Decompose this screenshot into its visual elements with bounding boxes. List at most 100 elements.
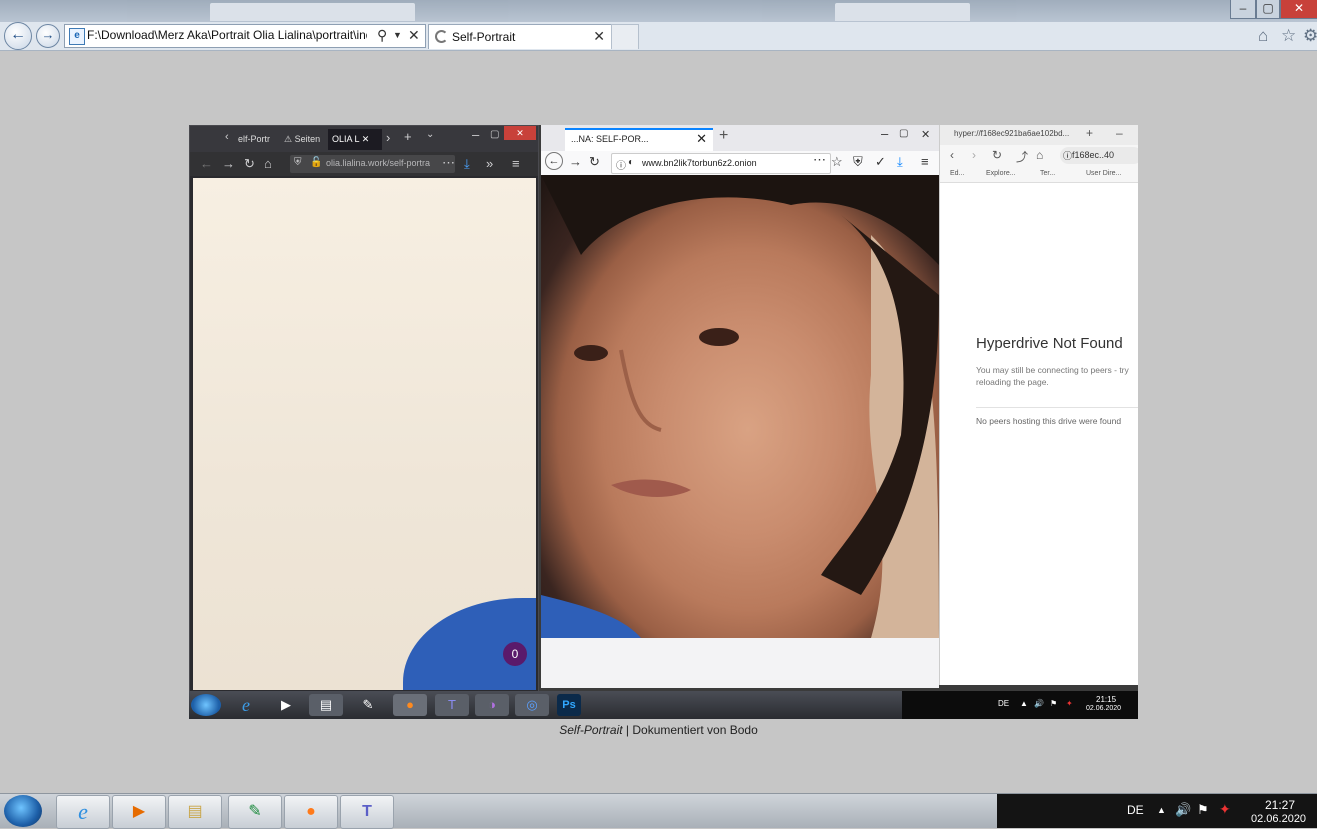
new-tab-button[interactable] — [611, 24, 639, 49]
new-tab-icon[interactable]: + — [1086, 126, 1093, 140]
action-center-flag-icon[interactable]: ⚑ — [1197, 802, 1209, 818]
file-explorer-icon[interactable]: ▤ — [168, 795, 222, 829]
info-icon[interactable]: ⓘ — [616, 157, 626, 172]
clock-time[interactable]: 21:27 — [1265, 798, 1295, 812]
shield-icon[interactable]: ⛨ — [853, 154, 863, 170]
address-text[interactable]: F:\Download\Merz Aka\Portrait Olia Liali… — [87, 28, 367, 42]
internet-explorer-icon[interactable]: e — [56, 795, 110, 829]
file-explorer-icon[interactable]: ▤ — [309, 694, 343, 716]
gear-icon[interactable]: ⚙ — [1303, 26, 1317, 46]
background-tab[interactable] — [210, 3, 415, 21]
forward-icon[interactable]: › — [972, 148, 976, 162]
back-icon[interactable]: ← — [4, 22, 32, 50]
tor-browser-icon[interactable]: ◑ — [475, 694, 509, 716]
list-tabs-icon[interactable]: ⌄ — [426, 129, 434, 140]
whiteboard-icon[interactable]: ✎ — [351, 694, 385, 716]
firefox-tab[interactable]: elf-Portr — [234, 129, 282, 150]
back-icon[interactable]: ← — [545, 152, 563, 170]
firefox-url-text[interactable]: olia.lialina.work/self-portra — [326, 158, 430, 168]
insecure-lock-icon[interactable]: 🔓 — [310, 157, 322, 168]
bookmark-item[interactable]: Ter... — [1040, 170, 1055, 177]
teams-icon[interactable]: T — [340, 795, 394, 829]
minimize-button[interactable]: – — [1230, 0, 1256, 19]
reload-icon[interactable]: ↻ — [244, 156, 255, 172]
firefox-icon[interactable]: ● — [284, 795, 338, 829]
page-actions-icon[interactable]: ⋯ — [442, 155, 455, 171]
menu-icon[interactable]: ≡ — [921, 154, 929, 169]
close-tab-icon[interactable]: ✕ — [696, 131, 707, 147]
minimize-icon[interactable]: – — [881, 126, 888, 141]
close-tab-icon[interactable]: ✕ — [593, 28, 605, 45]
home-icon[interactable]: ⌂ — [264, 156, 272, 171]
minimize-icon[interactable]: – — [472, 127, 479, 142]
media-player-icon[interactable]: ▶ — [269, 694, 303, 716]
new-tab-icon[interactable]: + — [404, 129, 412, 144]
internet-explorer-icon[interactable]: e — [229, 694, 263, 716]
share-icon[interactable]: ⤴ — [1016, 148, 1028, 165]
info-icon[interactable]: ⓘ — [1063, 149, 1072, 162]
forward-icon[interactable]: → — [569, 154, 582, 169]
language-indicator[interactable]: DE — [998, 699, 1009, 708]
new-tab-icon[interactable]: + — [719, 127, 728, 145]
home-icon[interactable]: ⌂ — [1036, 148, 1043, 162]
acrobat-icon[interactable]: ✦ — [1066, 699, 1073, 708]
start-orb-icon[interactable] — [191, 694, 221, 716]
whiteboard-icon[interactable]: ✎ — [228, 795, 282, 829]
volume-icon[interactable]: 🔊 — [1034, 699, 1044, 708]
favorites-star-icon[interactable]: ☆ — [1281, 26, 1296, 46]
bookmark-item[interactable]: User Dire... — [1086, 170, 1121, 177]
overflow-icon[interactable]: » — [486, 156, 493, 171]
tor-tab[interactable]: ...NA: SELF-POR... ✕ — [565, 128, 713, 151]
maximize-button[interactable]: ▢ — [1256, 0, 1280, 19]
dropdown-icon[interactable]: ▼ — [393, 30, 402, 40]
back-icon[interactable]: ‹ — [950, 148, 954, 162]
show-hidden-icons[interactable]: ▲ — [1020, 699, 1028, 708]
beaker-url-bar[interactable]: ⓘ f168ec..40 — [1060, 147, 1138, 164]
minimize-icon[interactable]: – — [1116, 126, 1123, 140]
reload-icon[interactable]: ↻ — [992, 148, 1002, 162]
beaker-url-text[interactable]: f168ec..40 — [1072, 150, 1114, 160]
bookmark-item[interactable]: Ed... — [950, 170, 964, 177]
tab-self-portrait[interactable]: Self-Portrait ✕ — [428, 24, 612, 49]
teams-icon[interactable]: T — [435, 694, 469, 716]
start-button[interactable] — [4, 795, 42, 827]
clock-date[interactable]: 02.06.2020 — [1251, 813, 1306, 825]
acrobat-icon[interactable]: ✦ — [1219, 801, 1231, 818]
photoshop-icon[interactable]: Ps — [557, 694, 581, 716]
menu-icon[interactable]: ≡ — [512, 156, 520, 171]
download-icon[interactable]: ⤓ — [464, 156, 470, 172]
close-window-button[interactable]: ✕ — [504, 126, 536, 140]
firefox-tab[interactable]: ⚠ Seiten — [280, 129, 326, 150]
language-indicator[interactable]: DE — [1127, 803, 1144, 817]
maximize-icon[interactable]: ▢ — [899, 128, 908, 139]
tor-url-text[interactable]: www.bn2lik7torbun6z2.onion — [642, 158, 757, 168]
bookmark-star-icon[interactable]: ☆ — [831, 154, 843, 170]
volume-icon[interactable]: 🔊 — [1175, 802, 1191, 818]
page-actions-icon[interactable]: ⋯ — [813, 152, 826, 168]
shield-icon[interactable]: ⛨ — [294, 157, 302, 168]
tab-scroll-left-icon[interactable]: ‹ — [225, 131, 229, 143]
firefox-url-bar[interactable]: ⛨ 🔓 olia.lialina.work/self-portra — [290, 155, 455, 173]
beaker-browser-icon[interactable]: ◎ — [515, 694, 549, 716]
security-level-icon[interactable]: ✓ — [875, 154, 886, 170]
forward-icon[interactable]: → — [222, 156, 235, 171]
firefox-tab-active[interactable]: OLIA L ✕ — [328, 129, 382, 150]
firefox-icon[interactable]: ● — [393, 694, 427, 716]
maximize-icon[interactable]: ▢ — [490, 129, 499, 140]
bookmark-item[interactable]: Explore... — [986, 170, 1016, 177]
address-bar[interactable]: e F:\Download\Merz Aka\Portrait Olia Lia… — [64, 24, 426, 48]
notification-badge[interactable]: 0 — [503, 642, 527, 666]
home-icon[interactable]: ⌂ — [1258, 26, 1268, 46]
media-player-icon[interactable]: ▶ — [112, 795, 166, 829]
tor-url-bar[interactable]: ⓘ ◐ www.bn2lik7torbun6z2.onion — [611, 153, 831, 174]
download-icon[interactable]: ⤓ — [897, 154, 903, 170]
beaker-tab-title[interactable]: hyper://f168ec921ba6ae102bd... — [954, 129, 1074, 138]
onion-icon[interactable]: ◐ — [628, 157, 634, 168]
background-tab[interactable] — [835, 3, 970, 21]
show-hidden-icons[interactable]: ▲ — [1157, 805, 1166, 815]
action-center-flag-icon[interactable]: ⚑ — [1050, 699, 1057, 708]
back-icon[interactable]: ← — [200, 156, 213, 171]
forward-icon[interactable]: → — [36, 24, 60, 48]
reload-icon[interactable]: ↻ — [589, 154, 600, 170]
search-icon[interactable]: ⚲ — [377, 27, 387, 44]
